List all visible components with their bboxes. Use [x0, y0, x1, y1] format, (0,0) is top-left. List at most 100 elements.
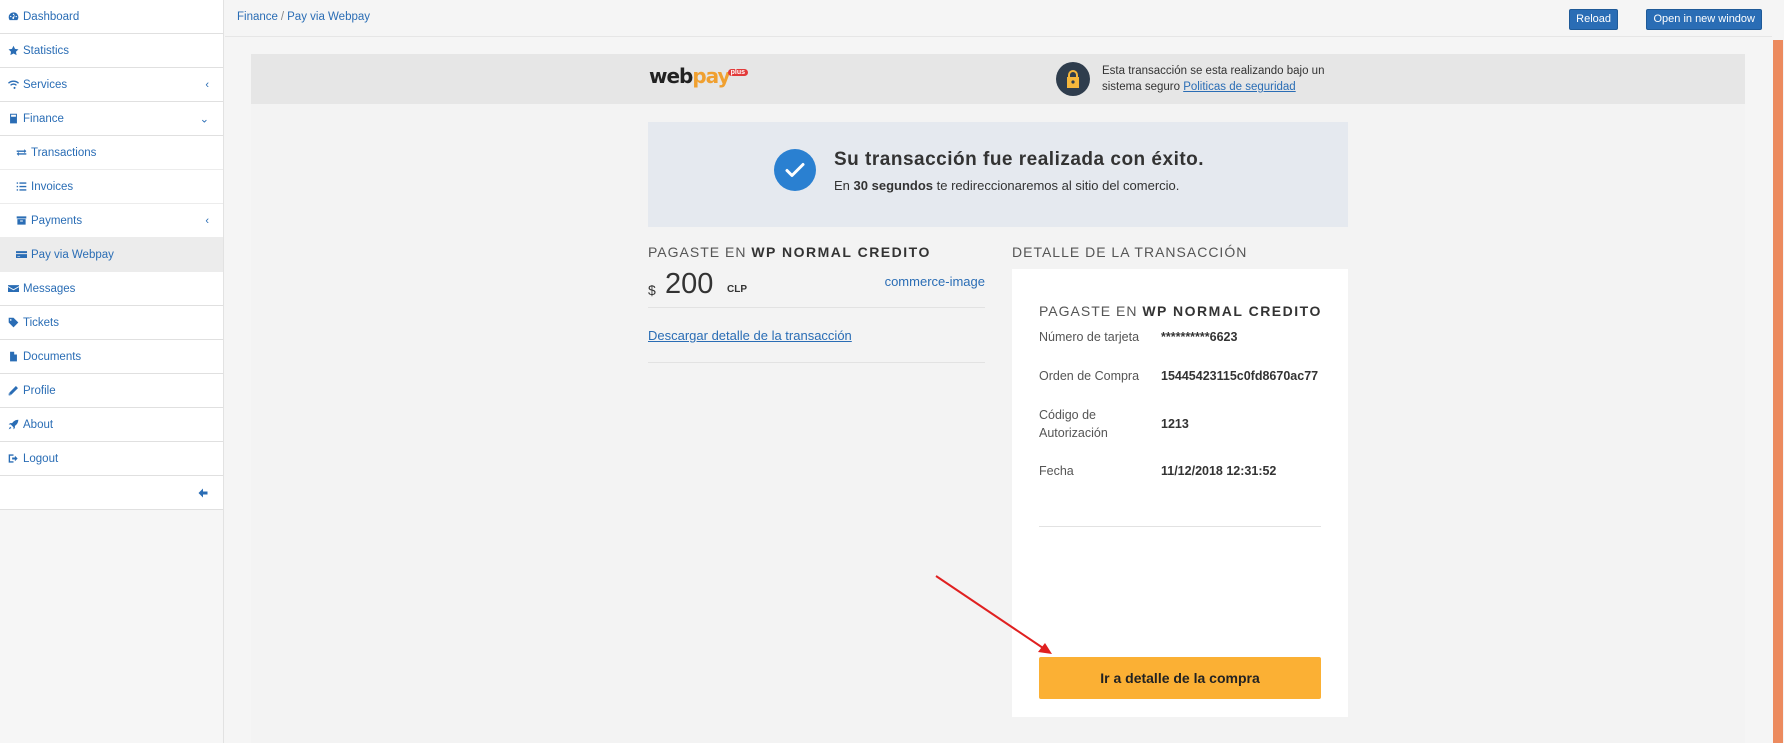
detail-paid-at-heading: PAGASTE EN WP NORMAL CREDITO	[1039, 303, 1322, 319]
webpay-logo: web pay plus	[649, 64, 750, 88]
date-value: 11/12/2018 12:31:52	[1161, 464, 1277, 478]
scrollbar-thumb[interactable]	[1773, 40, 1783, 743]
payment-summary: PAGASTE EN WP NORMAL CREDITO $ 200 CLP c…	[648, 244, 985, 363]
sidebar-item-label: Transactions	[31, 146, 97, 159]
sidebar-item-label: Invoices	[31, 180, 74, 193]
date-label: Fecha	[1039, 464, 1074, 478]
breadcrumb-finance[interactable]: Finance	[237, 11, 278, 23]
sidebar-item-payments[interactable]: Payments ‹	[0, 204, 223, 238]
detail-card: PAGASTE EN WP NORMAL CREDITO Número de t…	[1012, 269, 1348, 717]
lock-icon	[1056, 62, 1090, 96]
redirect-notice: En 30 segundos te redireccionaremos al s…	[834, 178, 1179, 193]
currency-symbol: $	[648, 282, 656, 298]
authorization-label: Código de Autorización	[1039, 408, 1108, 440]
sign-out-icon	[7, 453, 19, 465]
transaction-detail: DETALLE DE LA TRANSACCIÓN PAGASTE EN WP …	[1012, 244, 1348, 717]
sidebar-item-transactions[interactable]: Transactions	[0, 136, 223, 170]
sidebar-item-label: Statistics	[23, 44, 70, 57]
amount-value: 200	[665, 268, 714, 300]
sidebar-item-profile[interactable]: Profile	[0, 374, 223, 408]
pencil-icon	[7, 385, 19, 397]
breadcrumb-separator: /	[280, 11, 285, 23]
sidebar-item-label: Pay via Webpay	[31, 248, 114, 261]
credit-card-icon	[15, 249, 27, 261]
envelope-icon	[7, 283, 19, 295]
sidebar-item-label: Documents	[23, 350, 82, 363]
chevron-left-icon: ‹	[205, 214, 209, 227]
topbar: Finance / Pay via Webpay Reload Open in ne…	[225, 0, 1772, 37]
paid-at-label: PAGASTE EN	[648, 244, 747, 260]
redirect-post: te redireccionaremos al sitio del comerc…	[936, 178, 1180, 193]
dashboard-icon	[7, 11, 19, 23]
webpay-frame: web pay plus Esta transacción se esta real…	[251, 54, 1745, 743]
redirect-seconds: 30 segundos	[853, 178, 933, 193]
arrow-left-icon	[198, 488, 208, 497]
order-label: Orden de Compra	[1039, 369, 1140, 383]
sidebar: Dashboard Statistics Services ‹ Finance …	[0, 0, 224, 743]
webpay-header: web pay plus Esta transacción se esta real…	[251, 54, 1745, 104]
card-number-value: **********6623	[1161, 330, 1238, 344]
tag-icon	[7, 317, 19, 329]
secure-notice: Esta transacción se esta realizando bajo…	[1102, 63, 1342, 95]
sidebar-item-label: Logout	[23, 452, 59, 465]
divider	[1039, 526, 1321, 527]
chevron-down-icon: ⌄	[199, 113, 209, 125]
authorization-value: 1213	[1161, 417, 1189, 431]
open-new-window-button[interactable]: Open in new window	[1646, 9, 1762, 30]
redirect-pre: En	[834, 178, 850, 193]
sidebar-item-documents[interactable]: Documents	[0, 340, 223, 374]
sidebar-item-label: Payments	[31, 214, 83, 227]
logo-plus-badge: plus	[727, 69, 748, 76]
sidebar-item-label: Messages	[23, 282, 76, 295]
list-icon	[15, 181, 27, 193]
wifi-icon	[7, 79, 19, 91]
calculator-icon	[7, 113, 19, 125]
download-detail-link[interactable]: Descargar detalle de la transacción	[648, 328, 852, 343]
currency-code: CLP	[727, 284, 747, 295]
sidebar-item-label: About	[23, 418, 54, 431]
detail-title: DETALLE DE LA TRANSACCIÓN	[1012, 244, 1248, 260]
success-banner: Su transacción fue realizada con éxito. …	[648, 122, 1348, 227]
security-policy-link[interactable]: Politicas de seguridad	[1183, 81, 1296, 93]
sidebar-item-label: Services	[23, 78, 68, 91]
sidebar-item-label: Finance	[23, 112, 64, 125]
sidebar-item-dashboard[interactable]: Dashboard	[0, 0, 223, 34]
sidebar-item-label: Dashboard	[23, 10, 80, 23]
sidebar-item-pay-via-webpay[interactable]: Pay via Webpay	[0, 238, 223, 272]
sidebar-item-about[interactable]: About	[0, 408, 223, 442]
sidebar-collapse-button[interactable]	[0, 476, 223, 510]
logo-pay-text: pay	[692, 64, 730, 88]
chevron-left-icon: ‹	[205, 78, 209, 91]
sidebar-item-tickets[interactable]: Tickets	[0, 306, 223, 340]
exchange-icon	[15, 147, 27, 159]
card-number-label: Número de tarjeta	[1039, 330, 1140, 344]
sidebar-item-label: Profile	[23, 384, 56, 397]
paid-at-label: PAGASTE EN	[1039, 303, 1138, 319]
scrollbar[interactable]	[1772, 0, 1784, 743]
amount-row: $ 200 CLP commerce-image	[648, 266, 985, 308]
sidebar-item-logout[interactable]: Logout	[0, 442, 223, 476]
download-row: Descargar detalle de la transacción	[648, 308, 985, 363]
order-value: 15445423115c0fd8670ac77	[1161, 369, 1319, 383]
file-icon	[7, 351, 19, 363]
sidebar-item-invoices[interactable]: Invoices	[0, 170, 223, 204]
commerce-image: commerce-image	[884, 274, 985, 289]
sidebar-item-services[interactable]: Services ‹	[0, 68, 223, 102]
reload-button[interactable]: Reload	[1569, 9, 1618, 30]
sidebar-item-messages[interactable]: Messages	[0, 272, 223, 306]
paid-at-heading: PAGASTE EN WP NORMAL CREDITO	[648, 244, 985, 260]
check-icon	[774, 149, 816, 191]
rocket-icon	[7, 419, 19, 431]
merchant-name: WP NORMAL CREDITO	[751, 244, 931, 260]
sidebar-item-statistics[interactable]: Statistics	[0, 34, 223, 68]
breadcrumb-current: Pay via Webpay	[287, 11, 371, 23]
success-title: Su transacción fue realizada con éxito.	[834, 149, 1205, 170]
sidebar-item-finance[interactable]: Finance ⌄	[0, 102, 223, 136]
archive-icon	[15, 215, 27, 227]
logo-web-text: web	[649, 64, 693, 88]
star-icon	[7, 45, 19, 57]
purchase-detail-button[interactable]: Ir a detalle de la compra	[1039, 657, 1321, 699]
sidebar-item-label: Tickets	[23, 316, 59, 329]
merchant-name: WP NORMAL CREDITO	[1142, 303, 1322, 319]
breadcrumb: Finance / Pay via Webpay	[237, 11, 370, 23]
